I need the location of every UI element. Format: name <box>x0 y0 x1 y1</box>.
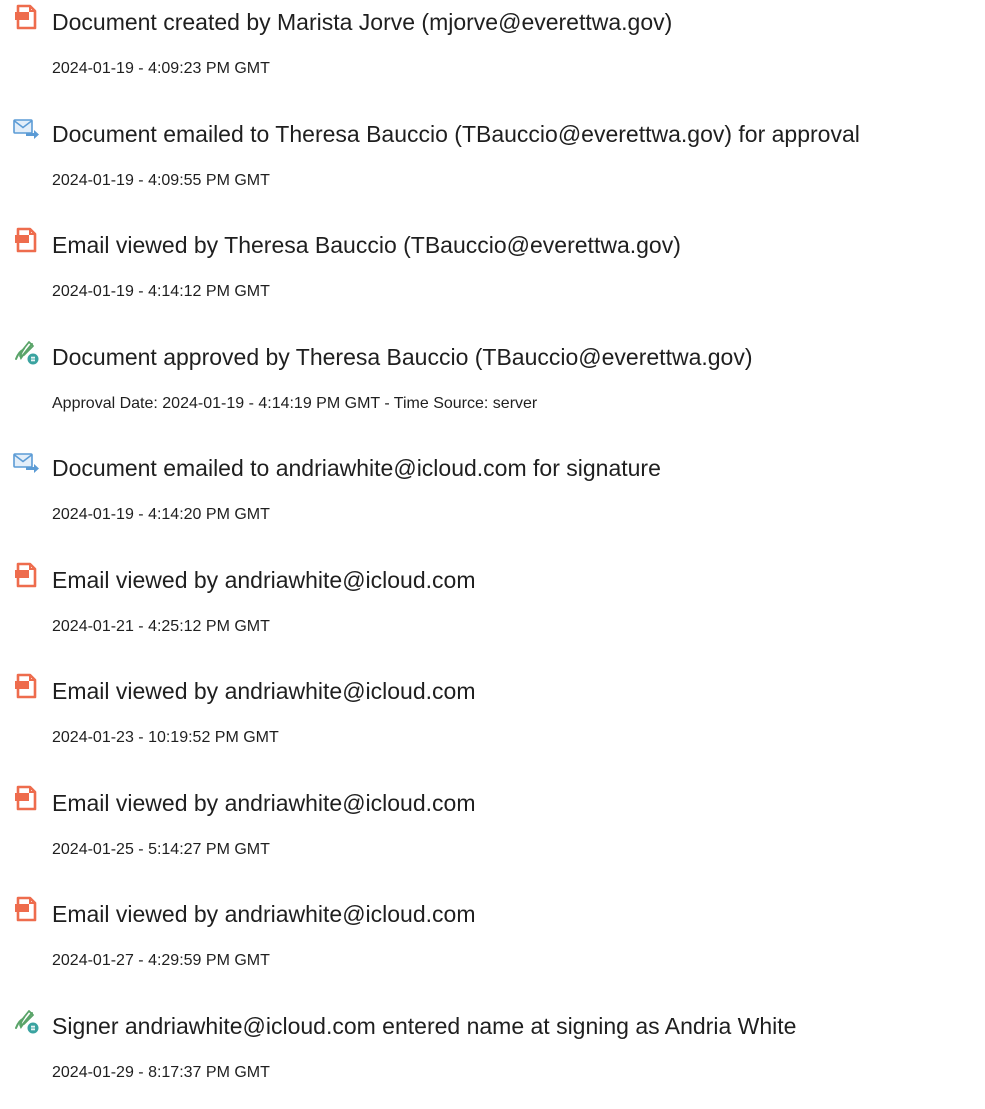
event-timestamp: 2024-01-19 - 4:14:12 PM GMT <box>52 283 270 300</box>
event-item: Signer andriawhite@icloud.com entered na… <box>0 1004 985 1094</box>
document-icon <box>12 672 40 700</box>
event-timestamp: 2024-01-25 - 5:14:27 PM GMT <box>52 841 270 858</box>
event-timestamp: 2024-01-19 - 4:14:20 PM GMT <box>52 506 270 523</box>
event-item: Email viewed by andriawhite@icloud.com 20… <box>0 892 985 982</box>
event-title: Email viewed by andriawhite@icloud.com <box>52 567 476 593</box>
event-timestamp: 2024-01-27 - 4:29:59 PM GMT <box>52 952 270 969</box>
event-title: Document emailed to Theresa Bauccio (TBa… <box>52 121 860 147</box>
event-title: Document emailed to andriawhite@icloud.c… <box>52 455 661 481</box>
event-item: Document created by Marista Jorve (mjorv… <box>0 0 985 90</box>
document-icon <box>12 895 40 923</box>
event-timestamp: 2024-01-21 - 4:25:12 PM GMT <box>52 618 270 635</box>
event-title: Signer andriawhite@icloud.com entered na… <box>52 1013 797 1039</box>
event-item: Document approved by Theresa Bauccio (TB… <box>0 335 985 425</box>
event-item: Document emailed to andriawhite@icloud.c… <box>0 446 985 536</box>
approve-signature-icon <box>12 338 40 366</box>
document-icon <box>12 226 40 254</box>
document-icon <box>12 561 40 589</box>
event-timestamp: 2024-01-23 - 10:19:52 PM GMT <box>52 729 279 746</box>
event-title: Email viewed by andriawhite@icloud.com <box>52 901 476 927</box>
document-icon <box>12 784 40 812</box>
event-timestamp: 2024-01-19 - 4:09:23 PM GMT <box>52 60 270 77</box>
email-sent-icon <box>12 449 40 477</box>
event-title: Email viewed by andriawhite@icloud.com <box>52 678 476 704</box>
event-title: Document approved by Theresa Bauccio (TB… <box>52 344 753 370</box>
event-title: Document created by Marista Jorve (mjorv… <box>52 9 673 35</box>
email-sent-icon <box>12 115 40 143</box>
event-item: Document emailed to Theresa Bauccio (TBa… <box>0 112 985 202</box>
event-item: Email viewed by Theresa Bauccio (TBaucci… <box>0 223 985 313</box>
event-timestamp: Approval Date: 2024-01-19 - 4:14:19 PM G… <box>52 395 538 412</box>
event-item: Email viewed by andriawhite@icloud.com 20… <box>0 558 985 648</box>
event-item: Email viewed by andriawhite@icloud.com 20… <box>0 781 985 871</box>
event-title: Email viewed by Theresa Bauccio (TBaucci… <box>52 232 681 258</box>
event-title: Email viewed by andriawhite@icloud.com <box>52 790 476 816</box>
event-item: Email viewed by andriawhite@icloud.com 20… <box>0 669 985 759</box>
event-timestamp: 2024-01-19 - 4:09:55 PM GMT <box>52 172 270 189</box>
document-icon <box>12 3 40 31</box>
event-timestamp: 2024-01-29 - 8:17:37 PM GMT <box>52 1064 270 1081</box>
approve-signature-icon <box>12 1007 40 1035</box>
